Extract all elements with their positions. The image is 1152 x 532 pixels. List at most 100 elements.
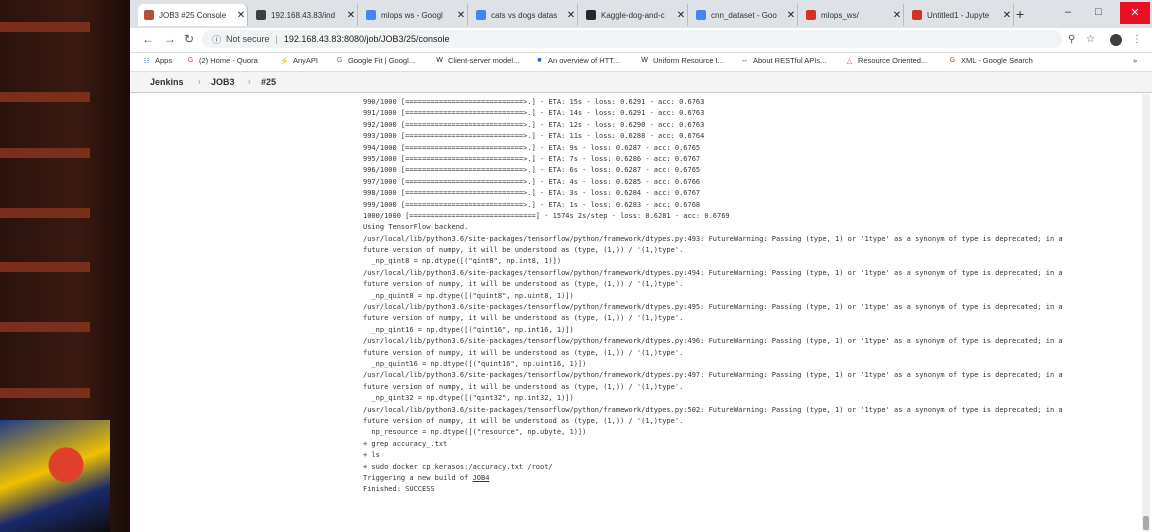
bookmark-item[interactable]: W Client-server model... [435, 56, 519, 65]
url-text[interactable]: 192.168.43.83:8080/job/JOB3/25/console [284, 34, 450, 44]
console-line: np_resource = np.dtype([("resource", np.… [363, 427, 1143, 438]
reload-icon[interactable]: ↻ [184, 32, 194, 46]
bookmark-star-icon[interactable]: ☆ [1086, 34, 1095, 45]
close-window-button[interactable]: ✕ [1120, 2, 1150, 24]
close-tab-icon[interactable]: ✕ [235, 10, 247, 21]
bookmarks-bar: ☷ Apps G (2) Home - Quora ⚡ AnyAPI G Google Fit… [130, 53, 1152, 72]
tab-6[interactable]: cnn_dataset - Goo ✕ [690, 4, 798, 26]
new-tab-button[interactable]: + [1016, 6, 1024, 22]
console-line: future version of numpy, it will be unde… [363, 279, 1143, 290]
background-room [0, 0, 130, 532]
drive-icon [366, 10, 376, 20]
profile-avatar[interactable] [1110, 34, 1122, 46]
breadcrumb: Jenkins › JOB3 › #25 [130, 72, 1152, 93]
tab-title: Kaggle-dog-and-c [601, 10, 665, 20]
bookmark-item[interactable]: ↔ About RESTful APIs... [740, 56, 826, 65]
console-line: 1000/1000 [=============================… [363, 211, 1143, 222]
menu-icon[interactable]: ⋮ [1132, 34, 1142, 45]
maximize-button[interactable]: □ [1095, 6, 1102, 18]
more-bookmarks-icon[interactable]: » [1133, 56, 1137, 65]
bookmark-label: Resource Oriented... [858, 56, 928, 65]
google-icon: G [949, 57, 956, 64]
close-tab-icon[interactable]: ✕ [891, 10, 903, 21]
tab-title: 192.168.43.83/ind [271, 10, 336, 20]
close-tab-icon[interactable]: ✕ [675, 10, 687, 21]
tab-1[interactable]: JOB3 #25 Console ✕ [138, 4, 248, 26]
close-tab-icon[interactable]: ✕ [345, 10, 357, 21]
console-area: 990/1000 [============================>.… [130, 93, 1152, 532]
bookmark-item[interactable]: G XML - Google Search [948, 56, 1033, 65]
bookmark-label: Client-server model... [448, 56, 520, 65]
info-icon[interactable]: ⓘ [212, 33, 221, 46]
tab-8[interactable]: Untitled1 - Jupyte ✕ [906, 4, 1014, 26]
console-line-text: + ls [363, 451, 380, 460]
address-toolbar: ← → ↻ ⓘ Not secure | 192.168.43.83:8080/… [130, 28, 1152, 53]
console-line: /usr/local/lib/python3.6/site-packages/t… [363, 336, 1143, 347]
tab-2[interactable]: 192.168.43.83/ind ✕ [250, 4, 358, 26]
zoom-icon[interactable]: ⚲ [1068, 34, 1075, 45]
tab-3[interactable]: mlops ws - Googl ✕ [360, 4, 468, 26]
bookmark-item[interactable]: G Google Fit | Googl... [335, 56, 415, 65]
bookmark-item[interactable]: ☷ Apps [142, 56, 172, 65]
console-line-text: 992/1000 [============================>.… [363, 120, 705, 129]
wall-decor [0, 22, 90, 32]
console-line-text: _np_qint8 = np.dtype([("qint8", np.int8,… [363, 257, 562, 266]
console-line: /usr/local/lib/python3.6/site-packages/t… [363, 370, 1143, 381]
wall-decor [0, 262, 90, 272]
console-line-text: future version of numpy, it will be unde… [363, 246, 684, 255]
console-line-text: future version of numpy, it will be unde… [363, 416, 684, 425]
bookmark-item[interactable]: W Uniform Resource I... [640, 56, 724, 65]
close-tab-icon[interactable]: ✕ [785, 10, 797, 21]
drive-icon [696, 10, 706, 20]
jupyter-icon [912, 10, 922, 20]
console-line-text: future version of numpy, it will be unde… [363, 348, 684, 357]
back-icon[interactable]: ← [142, 32, 154, 46]
divider: | [275, 34, 278, 44]
console-output: 990/1000 [============================>.… [363, 97, 1143, 496]
bolt-icon: ⚡ [280, 57, 289, 65]
console-line-text: + sudo docker cp kerasos:/accuracy.txt /… [363, 462, 553, 471]
apps-grid-icon: ☷ [143, 57, 150, 65]
google-icon: G [187, 57, 194, 64]
tab-4[interactable]: cats vs dogs datas ✕ [470, 4, 578, 26]
github-icon [586, 10, 596, 20]
breadcrumb-job[interactable]: JOB3 [211, 77, 235, 87]
wall-decor [0, 322, 90, 332]
close-tab-icon[interactable]: ✕ [565, 10, 577, 21]
browser-window: JOB3 #25 Console ✕ 192.168.43.83/ind ✕ mlops… [130, 0, 1152, 532]
address-bar[interactable]: ⓘ Not secure | 192.168.43.83:8080/job/JO… [202, 30, 1062, 48]
console-line: 990/1000 [============================>.… [363, 97, 1143, 108]
forward-icon[interactable]: → [164, 32, 176, 46]
console-line-text: 996/1000 [============================>.… [363, 166, 701, 175]
console-line-text: /usr/local/lib/python3.6/site-packages/t… [363, 268, 1063, 277]
close-tab-icon[interactable]: ✕ [455, 10, 467, 21]
build-link[interactable]: JOB4 [473, 474, 490, 482]
security-label: Not secure [226, 34, 270, 44]
bookmark-item[interactable]: △ Resource Oriented... [845, 56, 927, 65]
breadcrumb-build[interactable]: #25 [261, 77, 276, 87]
console-line: future version of numpy, it will be unde… [363, 382, 1143, 393]
scrollbar-track[interactable] [1142, 94, 1150, 532]
bookmark-item[interactable]: ■ An overview of HTT... [535, 56, 619, 65]
minimize-button[interactable]: – [1065, 6, 1071, 18]
console-line-text: _np_qint32 = np.dtype([("qint32", np.int… [363, 394, 574, 403]
console-line-text: 994/1000 [============================>.… [363, 143, 701, 152]
tab-7[interactable]: mlops_ws/ ✕ [800, 4, 904, 26]
chevron-right-icon: › [198, 77, 201, 86]
bookmark-label: AnyAPI [293, 56, 319, 65]
scrollbar-thumb[interactable] [1143, 516, 1149, 530]
tab-5[interactable]: Kaggle-dog-and-c ✕ [580, 4, 688, 26]
close-tab-icon[interactable]: ✕ [1001, 10, 1013, 21]
bookmark-item[interactable]: G (2) Home - Quora [186, 56, 258, 65]
console-line: /usr/local/lib/python3.6/site-packages/t… [363, 234, 1143, 245]
console-line: _np_quint8 = np.dtype([("quint8", np.uin… [363, 291, 1143, 302]
wall-decor [0, 208, 90, 218]
globe-icon [256, 10, 266, 20]
console-line-text: /usr/local/lib/python3.6/site-packages/t… [363, 303, 1063, 312]
bookmark-item[interactable]: ⚡ AnyAPI [280, 56, 318, 65]
google-icon: G [336, 57, 343, 64]
console-line-text: _np_quint16 = np.dtype([("quint16", np.u… [363, 359, 587, 368]
console-line-text: 995/1000 [============================>.… [363, 154, 701, 163]
breadcrumb-jenkins[interactable]: Jenkins [150, 77, 184, 87]
console-line: Using TensorFlow backend. [363, 222, 1143, 233]
